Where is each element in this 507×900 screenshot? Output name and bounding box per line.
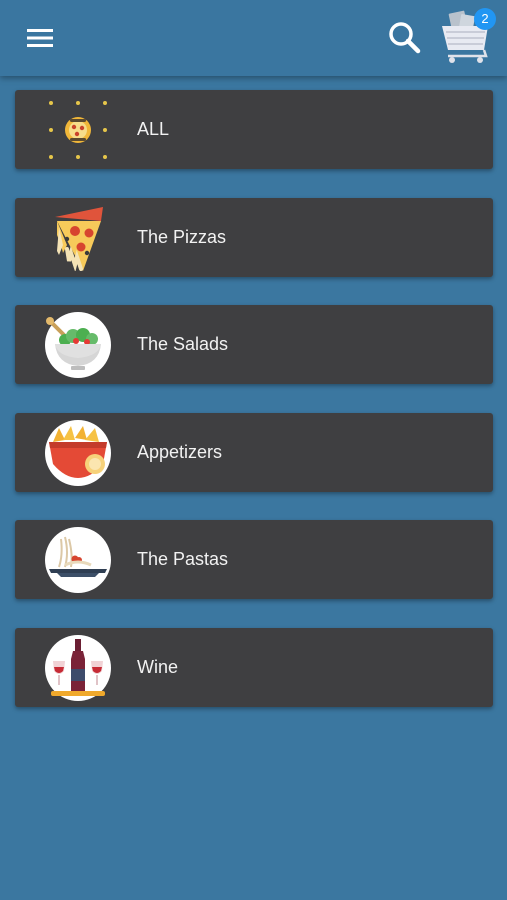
- category-label: The Pizzas: [137, 227, 227, 247]
- wine-bottle-icon: [45, 635, 111, 701]
- pizza-slice-icon: [55, 207, 103, 271]
- category-label: The Salads: [137, 334, 229, 354]
- category-wine[interactable]: Wine: [15, 628, 493, 707]
- all-dishes-icon: [49, 101, 107, 159]
- category-appetizers[interactable]: Appetizers: [15, 413, 493, 492]
- salad-bowl-icon: [45, 312, 111, 378]
- search-button[interactable]: [384, 18, 424, 58]
- cart-button[interactable]: 2: [436, 6, 500, 66]
- menu-button[interactable]: [22, 22, 58, 54]
- cart-count-badge: 2: [474, 8, 496, 30]
- category-label: Appetizers: [137, 442, 223, 462]
- category-label: Wine: [137, 657, 179, 677]
- hamburger-menu-icon: [27, 29, 53, 47]
- appetizers-basket-icon: [45, 420, 111, 486]
- category-all[interactable]: ALL: [15, 90, 493, 169]
- app-bar: 2: [0, 0, 507, 76]
- search-icon: [389, 22, 421, 54]
- category-label: The Pastas: [137, 549, 229, 569]
- pasta-plate-icon: [45, 527, 111, 593]
- category-pizzas[interactable]: The Pizzas: [15, 198, 493, 277]
- category-salads[interactable]: The Salads: [15, 305, 493, 384]
- category-pastas[interactable]: The Pastas: [15, 520, 493, 599]
- category-label: ALL: [137, 119, 170, 139]
